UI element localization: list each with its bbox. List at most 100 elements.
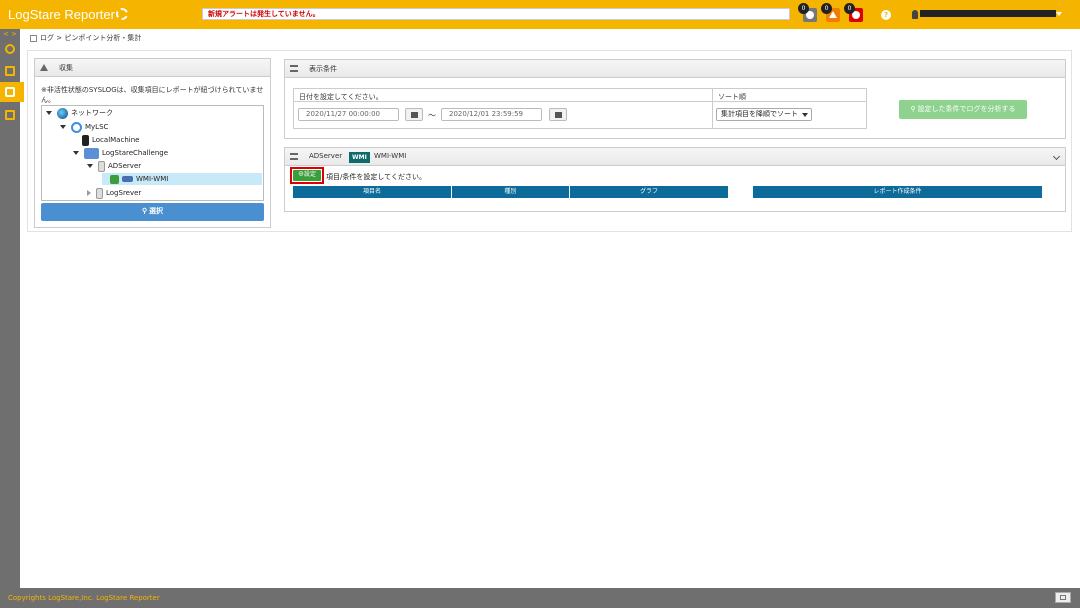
tree-node-wmi-wmi[interactable]: WMI-WMI <box>102 173 262 185</box>
collect-panel-header: 収集 <box>35 59 270 77</box>
display-condition-panel: 表示条件 日付を設定してください。 ソート順 2020/11/27 00:00:… <box>284 59 1066 139</box>
condition-table: 日付を設定してください。 ソート順 2020/11/27 00:00:00 ～ … <box>293 88 867 129</box>
wmi-label: WMI-WMI <box>374 152 407 160</box>
users-icon <box>5 110 15 120</box>
expand-arrow-icon[interactable] <box>73 151 79 155</box>
setting-button-highlight: ⊕設定 <box>290 167 324 184</box>
collect-panel-title: 収集 <box>59 64 73 72</box>
column-header-graph: グラフ <box>570 186 729 198</box>
column-header-type: 種別 <box>452 186 570 198</box>
search-icon: ⚲ <box>910 106 918 113</box>
tree-node-label: WMI-WMI <box>136 175 169 183</box>
tree-node-label: ネットワーク <box>71 109 113 117</box>
breadcrumb: ログ > ピンポイント分析・集計 <box>30 33 141 43</box>
pc-icon <box>82 134 89 146</box>
date-range-separator: ～ <box>428 111 436 120</box>
footer: Copyrights LogStare,Inc. LogStare Report… <box>0 588 1080 608</box>
sidebar-item-log[interactable] <box>0 82 24 102</box>
sidebar-item-image[interactable] <box>0 61 20 81</box>
list-icon <box>290 153 298 160</box>
image-icon <box>5 66 15 76</box>
date-from-calendar-button[interactable] <box>405 108 423 121</box>
syslog-note: ※非活性状態のSYSLOGは、収集項目にレポートが紐づけられていません。 <box>41 86 264 104</box>
setting-button[interactable]: ⊕設定 <box>293 170 321 181</box>
date-label: 日付を設定してください。 <box>294 89 713 102</box>
setting-message: 項目/条件を設定してください。 <box>326 173 426 181</box>
list-icon <box>290 65 298 72</box>
condition-panel-header: 表示条件 <box>285 60 1065 78</box>
tree-node-logsrever[interactable]: LogSrever <box>87 187 141 199</box>
sidebar-toggle[interactable]: < > <box>0 29 20 39</box>
page-icon <box>30 34 37 42</box>
chevron-down-icon <box>802 113 808 117</box>
sidebar-item-search[interactable] <box>0 39 20 59</box>
app-title[interactable]: LogStare Reporter <box>8 7 115 22</box>
tree-node-label: LogStareChallenge <box>102 149 169 157</box>
warning-count-badge: 0 <box>821 3 832 14</box>
collapse-arrow-icon[interactable] <box>87 190 91 196</box>
column-header-item-name: 項目名 <box>293 186 452 198</box>
globe-icon <box>57 107 68 119</box>
sidebar-item-report[interactable] <box>0 105 20 125</box>
info-notification-button[interactable]: 0 <box>798 3 817 22</box>
user-icon <box>912 10 918 19</box>
error-notification-button[interactable]: 0 <box>844 3 863 22</box>
user-menu-caret-icon[interactable] <box>1056 12 1062 16</box>
tree-node-label: LogSrever <box>106 189 142 197</box>
tree-node-label: LocalMachine <box>92 136 140 144</box>
loading-gear-icon <box>116 8 128 20</box>
analyze-logs-button[interactable]: ⚲ 設定した条件でログを分析する <box>899 100 1027 119</box>
date-range-cell: 2020/11/27 00:00:00 ～ 2020/12/01 23:59:5… <box>294 102 713 128</box>
alert-message-bar: 新規アラートは発生していません。 <box>202 8 790 20</box>
expand-arrow-icon[interactable] <box>87 164 93 168</box>
warning-notification-button[interactable]: 0 <box>821 3 840 22</box>
server-icon <box>96 187 103 199</box>
select-button[interactable]: ⚲ 選択 <box>41 203 264 221</box>
date-to-input[interactable]: 2020/12/01 23:59:59 <box>441 108 542 121</box>
tree-node-mylsc[interactable]: MyLSC <box>60 121 108 133</box>
collect-panel: 収集 ※非活性状態のSYSLOGは、収集項目にレポートが紐づけられていません。 … <box>34 58 271 228</box>
home-icon <box>1060 595 1066 600</box>
checkbox-icon[interactable] <box>110 174 119 184</box>
server-icon <box>98 160 105 172</box>
info-count-badge: 0 <box>798 3 809 14</box>
device-tree: ネットワーク MyLSC LocalMachine LogStareChalle… <box>41 105 264 201</box>
copyright: Copyrights LogStare,Inc. LogStare Report… <box>8 594 160 602</box>
calendar-icon <box>411 112 418 118</box>
tree-node-label: ADServer <box>108 162 142 170</box>
setting-button-label: 設定 <box>304 172 317 178</box>
date-to-calendar-button[interactable] <box>549 108 567 121</box>
lsc-icon <box>71 121 82 133</box>
analyze-button-label: 設定した条件でログを分析する <box>917 106 1016 113</box>
wmi-icon <box>122 176 133 182</box>
sidebar: < > <box>0 29 24 588</box>
calendar-icon <box>555 112 562 118</box>
select-button-label: 選択 <box>149 208 164 215</box>
tree-node-localmachine[interactable]: LocalMachine <box>82 134 139 146</box>
user-name-redacted[interactable] <box>920 10 1056 17</box>
server-name: ADServer <box>309 152 343 160</box>
help-icon[interactable]: ? <box>881 10 891 20</box>
tree-node-network[interactable]: ネットワーク <box>46 107 113 119</box>
sort-label: ソート順 <box>713 89 866 102</box>
sort-order-select[interactable]: 集計項目を降順でソート <box>716 108 812 121</box>
search-icon <box>5 44 15 54</box>
expand-arrow-icon[interactable] <box>60 125 66 129</box>
column-header-report-condition: レポート作成条件 <box>753 186 1043 198</box>
warning-icon <box>40 64 48 71</box>
footer-home-button[interactable] <box>1055 592 1071 603</box>
item-panel-header[interactable]: ADServer WMI WMI-WMI <box>285 148 1065 166</box>
speech-bubble-icon <box>5 87 15 97</box>
chevron-down-icon[interactable] <box>1052 152 1061 161</box>
tree-node-logstarechallenge[interactable]: LogStareChallenge <box>73 147 168 159</box>
top-header: LogStare Reporter 新規アラートは発生していません。 0 0 0… <box>0 0 1080 29</box>
sort-order-value: 集計項目を降順でソート <box>721 110 798 118</box>
search-icon: ⚲ <box>141 208 150 215</box>
expand-arrow-icon[interactable] <box>46 111 52 115</box>
group-icon <box>84 147 99 159</box>
tree-node-label: MyLSC <box>85 123 109 131</box>
breadcrumb-text: ログ > ピンポイント分析・集計 <box>40 34 142 42</box>
date-from-input[interactable]: 2020/11/27 00:00:00 <box>298 108 399 121</box>
wmi-badge: WMI <box>349 152 370 163</box>
tree-node-adserver[interactable]: ADServer <box>87 160 141 172</box>
